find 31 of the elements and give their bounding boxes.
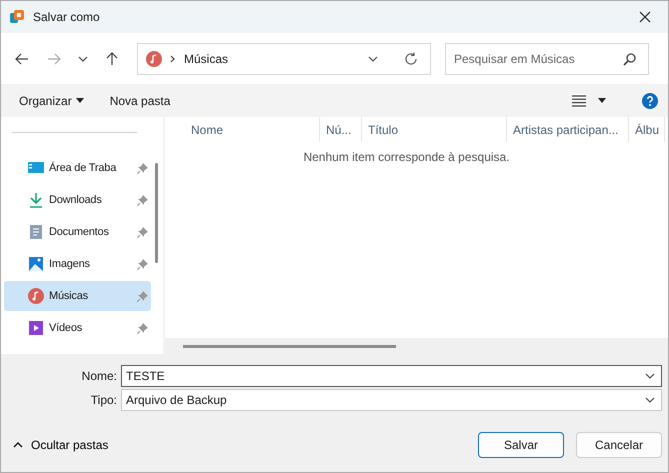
hide-folders-button[interactable]: Ocultar pastas [9, 434, 112, 456]
sidebar-item[interactable]: Documentos [4, 217, 151, 247]
column-header[interactable]: Álbu [629, 117, 665, 142]
file-type-dropdown[interactable]: Arquivo de Backup [121, 389, 662, 411]
sidebar-label: Área de Traba [49, 162, 118, 174]
new-folder-button[interactable]: Nova pasta [102, 92, 178, 110]
column-header[interactable]: Título [362, 117, 507, 142]
sidebar-label: Downloads [49, 194, 103, 206]
column-header[interactable]: Artistas participan... [507, 117, 629, 142]
address-bar[interactable]: Músicas [137, 42, 431, 74]
sidebar-label: Imagens [49, 258, 91, 270]
sidebar-item[interactable]: Downloads [4, 185, 151, 215]
column-header[interactable]: Nome [185, 117, 320, 142]
sidebar-item[interactable]: Área de Traba [4, 153, 151, 183]
sidebar-item[interactable]: Imagens [4, 249, 151, 279]
sidebar-item[interactable]: Músicas [4, 281, 151, 311]
save-button[interactable]: Salvar [478, 432, 564, 458]
sidebar-label: Vídeos [49, 322, 84, 334]
window-title: Salvar como [33, 10, 101, 24]
location-text: Músicas [184, 52, 230, 66]
sidebar-label: Documentos [49, 226, 110, 238]
field-label: Nome: [80, 369, 118, 383]
column-header[interactable]: Nú... [320, 117, 362, 142]
field-label: Tipo: [90, 393, 118, 407]
file-name-field[interactable]: TESTE [121, 365, 662, 387]
organize-button[interactable]: Organizar [11, 92, 92, 110]
empty-message: Nenhum item corresponde à pesquisa. [302, 149, 511, 164]
sidebar-item[interactable]: Vídeos [4, 313, 151, 343]
sidebar-label: Músicas [49, 290, 89, 302]
cancel-button[interactable]: Cancelar [576, 432, 662, 458]
search-field[interactable]: Pesquisar em Músicas [445, 42, 649, 74]
